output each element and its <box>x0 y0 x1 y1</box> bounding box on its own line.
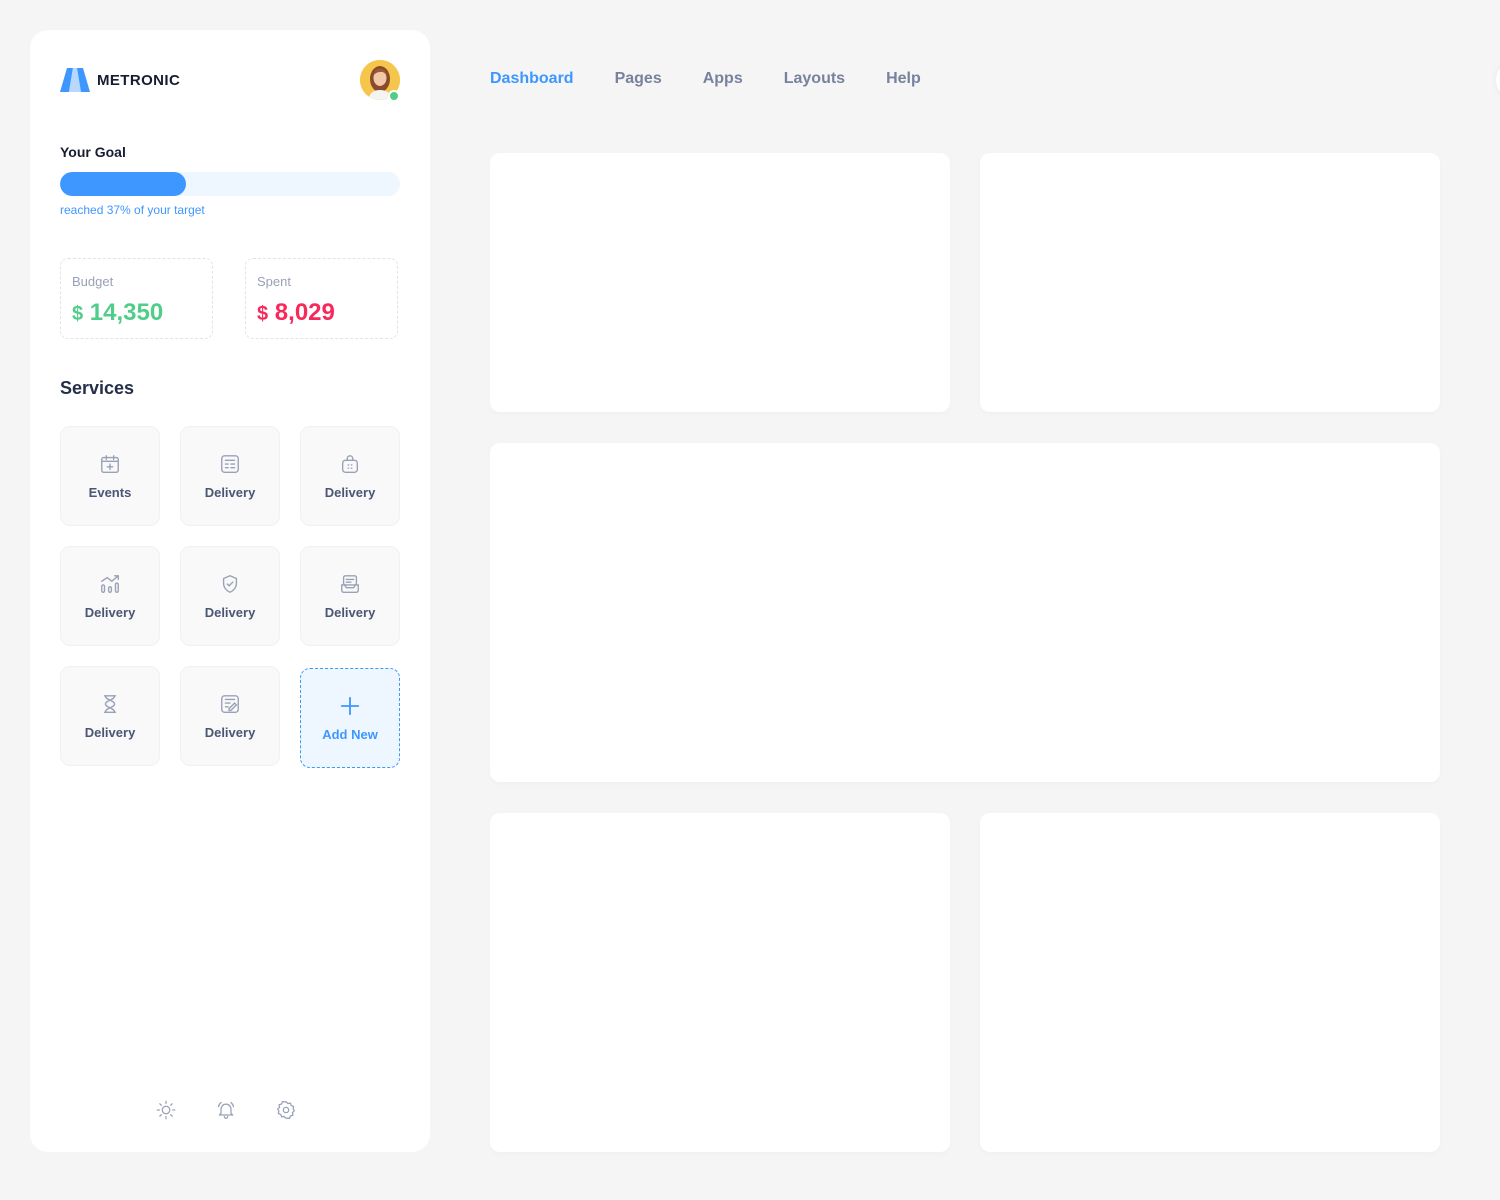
add-new-label: Add New <box>322 727 378 742</box>
budget-label: Budget <box>72 274 114 289</box>
budget-amount: 14,350 <box>89 299 164 326</box>
content-card <box>490 813 950 1152</box>
sun-icon[interactable] <box>156 1100 176 1120</box>
header-action-button[interactable] <box>1496 60 1500 100</box>
goal-progress-fill <box>60 172 186 196</box>
goal-progress-bar <box>60 172 400 196</box>
chart-growth-icon <box>98 572 122 596</box>
bell-icon[interactable] <box>216 1100 236 1120</box>
service-tile-delivery[interactable]: Delivery <box>180 546 280 646</box>
gear-icon[interactable] <box>276 1100 296 1120</box>
mail-tray-icon <box>338 572 362 596</box>
budget-value: $ 14,350 <box>72 299 163 327</box>
spent-amount: 8,029 <box>274 299 335 326</box>
add-new-service-button[interactable]: Add New <box>300 668 400 768</box>
nav-item-help[interactable]: Help <box>886 70 921 88</box>
service-tile-delivery[interactable]: Delivery <box>180 426 280 526</box>
budget-card: Budget $ 14,350 <box>60 258 213 339</box>
nav-item-dashboard[interactable]: Dashboard <box>490 70 574 88</box>
service-label: Delivery <box>204 485 256 500</box>
sidebar-footer <box>156 1100 296 1120</box>
budget-currency: $ <box>72 303 84 325</box>
service-label: Delivery <box>84 605 136 620</box>
content-card <box>490 153 950 412</box>
goal-subtitle: reached 37% of your target <box>60 203 205 217</box>
content-card-wide <box>490 443 1440 782</box>
nav-item-pages[interactable]: Pages <box>615 70 662 88</box>
service-tile-delivery[interactable]: Delivery <box>60 546 160 646</box>
content-card <box>980 813 1440 1152</box>
shopping-bag-icon <box>338 452 362 476</box>
service-label: Delivery <box>84 725 136 740</box>
shield-check-icon <box>218 572 242 596</box>
document-list-icon <box>218 452 242 476</box>
service-tile-delivery[interactable]: Delivery <box>300 426 400 526</box>
service-tile-delivery[interactable]: Delivery <box>60 666 160 766</box>
service-tile-delivery[interactable]: Delivery <box>300 546 400 646</box>
plus-icon <box>338 694 362 718</box>
hourglass-icon <box>98 692 122 716</box>
content-card <box>980 153 1440 412</box>
brand-name: METRONIC <box>97 71 181 89</box>
service-label: Delivery <box>204 605 256 620</box>
metronic-logo-icon <box>60 68 90 92</box>
service-label: Delivery <box>324 605 376 620</box>
service-label: Delivery <box>324 485 376 500</box>
brand-logo[interactable]: METRONIC <box>60 68 180 92</box>
nav-item-layouts[interactable]: Layouts <box>784 70 845 88</box>
spent-value: $ 8,029 <box>257 299 335 327</box>
services-title: Services <box>60 378 135 398</box>
nav-item-apps[interactable]: Apps <box>703 70 743 88</box>
service-tile-events[interactable]: Events <box>60 426 160 526</box>
service-label: Events <box>88 485 132 500</box>
service-label: Delivery <box>204 725 256 740</box>
edit-document-icon <box>218 692 242 716</box>
top-nav: Dashboard Pages Apps Layouts Help <box>490 70 962 88</box>
service-tile-delivery[interactable]: Delivery <box>180 666 280 766</box>
spent-card: Spent $ 8,029 <box>245 258 398 339</box>
online-status-dot <box>388 90 400 102</box>
spent-currency: $ <box>257 303 269 325</box>
spent-label: Spent <box>257 274 291 289</box>
goal-title: Your Goal <box>60 144 126 160</box>
sidebar: METRONIC Your Goal reached 37% of your t… <box>30 30 430 1152</box>
calendar-add-icon <box>98 452 122 476</box>
